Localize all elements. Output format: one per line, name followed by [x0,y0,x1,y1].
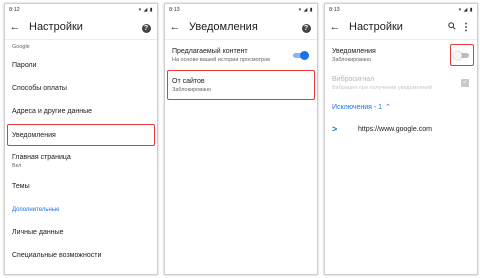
page-title: Настройки [349,21,403,33]
list-item-sub: Вкл [12,162,22,169]
more-vert-icon[interactable]: ⋮ [459,22,473,33]
notifications-screen: 8:13 ▾ ◢ ▮ ← Уведомления ? Предлагаемый … [164,3,318,275]
back-arrow-icon[interactable]: ← [329,21,341,33]
list-item-label: Предлагаемый контент [172,47,248,55]
app-bar: ← Настройки ? [5,15,157,40]
help-icon[interactable]: ? [299,22,313,33]
chevron-up-icon: ⌃ [385,104,391,111]
list-item-label: Личные данные [12,229,64,236]
list-item-label: Способы оплаты [12,85,67,92]
page-title: Настройки [29,21,83,33]
list-item-privacy[interactable]: Личные данные [5,221,157,244]
exceptions-label: Исключения - 1 [332,103,383,111]
list-item-label: Адреса и другие данные [12,108,93,115]
list-item-from-sites[interactable]: От сайтов Заблокировано [165,70,317,100]
site-url: https://www.google.com [358,125,432,133]
status-bar: 8:13 ▾ ◢ ▮ [165,4,317,15]
status-bar: 8:12 ▾ ◢ ▮ [5,4,157,15]
site-settings-screen: 8:13 ▾ ◢ ▮ ← Настройки ⋮ Уведомления Заб… [324,3,478,275]
app-bar: ← Уведомления ? [165,15,317,40]
section-header-label: Дополнительные [12,206,60,213]
list-item-payment-methods[interactable]: Способы оплаты [5,77,157,100]
status-time: 8:13 [329,6,340,13]
settings-screen: 8:12 ▾ ◢ ▮ ← Настройки ? Google Пароли С… [4,3,158,275]
status-indicators: ▾ ◢ ▮ [458,6,473,13]
status-time: 8:13 [169,6,180,13]
app-bar: ← Настройки ⋮ [325,15,477,40]
list-item-label: Пароли [12,62,37,69]
list-item-label: Специальные возможности [12,252,102,259]
list-item-passwords[interactable]: Пароли [5,54,157,77]
list-item-sub: Вибрация при получении уведомлений [332,84,432,91]
highlight-box [7,124,155,146]
exception-site-item[interactable]: > https://www.google.com [325,118,477,140]
status-time: 8:12 [9,6,20,13]
list-item-label: Темы [12,183,30,190]
section-header-advanced: Дополнительные [5,198,157,221]
list-item-suggested-content[interactable]: Предлагаемый контент На основе вашей ист… [165,40,317,70]
highlight-box [450,44,474,66]
back-arrow-icon[interactable]: ← [9,21,21,33]
list-item-label: Главная страница [12,153,71,161]
highlight-box [167,70,315,100]
list-item-sub: На основе вашей истории просмотров [172,56,271,63]
list-item-notifications-blocked[interactable]: Уведомления Заблокировано [325,40,477,70]
toggle-knob [300,51,309,60]
list-item-themes[interactable]: Темы [5,175,157,198]
list-item-label: Вибросигнал [332,75,375,83]
status-indicators: ▾ ◢ ▮ [138,6,153,13]
back-arrow-icon[interactable]: ← [169,21,181,33]
status-bar: 8:13 ▾ ◢ ▮ [325,4,477,15]
site-favicon-icon: > [332,124,338,134]
page-title: Уведомления [189,21,258,33]
list-item-addresses[interactable]: Адреса и другие данные [5,100,157,123]
list-item-sub: Google [12,44,30,50]
suggested-content-toggle[interactable] [293,51,309,60]
status-indicators: ▾ ◢ ▮ [298,6,313,13]
vibration-checkbox[interactable]: ✓ [461,79,469,87]
list-item-vibration: Вибросигнал Вибрация при получении уведо… [325,70,477,96]
list-item-google-account[interactable]: Google [5,40,157,54]
help-icon[interactable]: ? [139,22,153,33]
list-item-notifications[interactable]: Уведомления [5,123,157,147]
list-item-accessibility[interactable]: Специальные возможности [5,244,157,267]
list-item-homepage[interactable]: Главная страница Вкл [5,147,157,175]
search-icon[interactable] [445,22,459,32]
exceptions-header[interactable]: Исключения - 1 ⌃ [325,96,477,118]
